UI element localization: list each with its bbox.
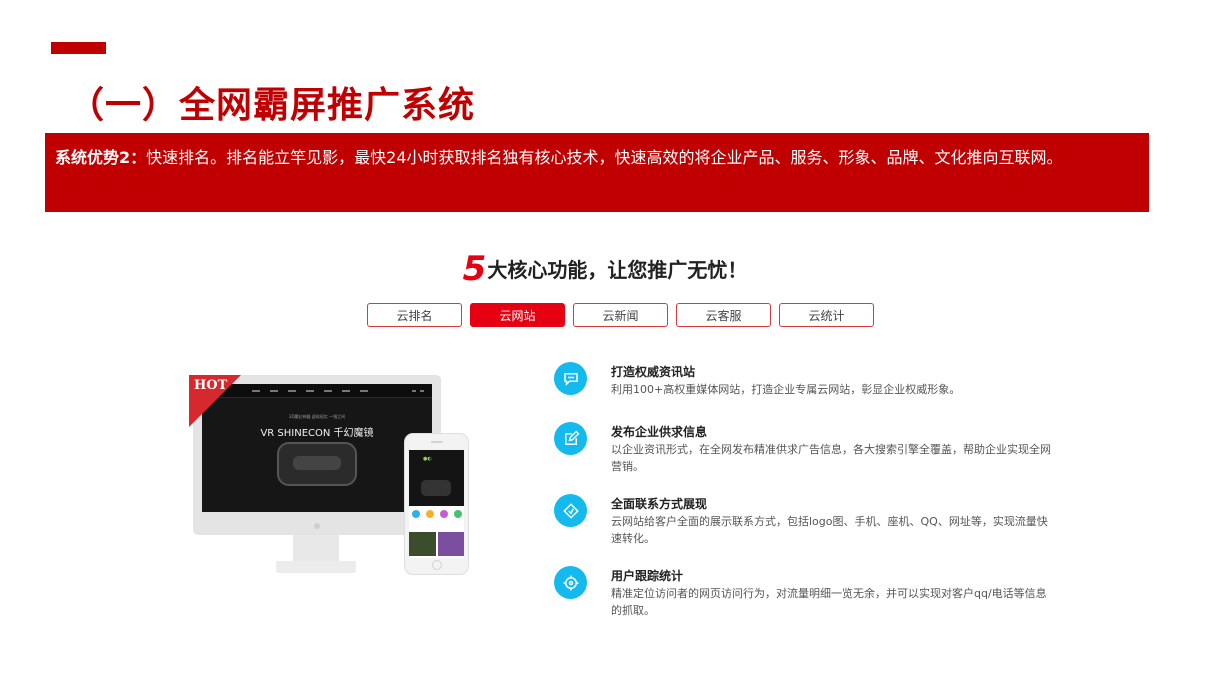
phone-icon-row bbox=[412, 510, 462, 518]
feature-item: 用户跟踪统计 精准定位访问者的网页访问行为，对流量明细一览无余，并可以实现对客户… bbox=[554, 565, 1054, 619]
feature-tabs: 云排名 云网站 云新闻 云客服 云统计 bbox=[367, 303, 874, 327]
apple-logo-icon bbox=[314, 523, 320, 529]
tab-cloud-website[interactable]: 云网站 bbox=[470, 303, 565, 327]
accent-bar bbox=[51, 42, 106, 54]
banner-text: 快速排名。排名能立竿见影，最快24小时获取排名独有核心技术，快速高效的将企业产品… bbox=[146, 148, 1063, 167]
monitor-base bbox=[276, 561, 356, 573]
circle-icon bbox=[454, 510, 462, 518]
circle-icon bbox=[426, 510, 434, 518]
phone-thumbnails bbox=[409, 532, 464, 556]
monitor-neck bbox=[293, 535, 339, 563]
phone-logo-icon: ●◐ bbox=[423, 456, 432, 462]
page-title: （一）全网霸屏推广系统 bbox=[68, 85, 476, 126]
section-headline: 5大核心功能，让您推广无忧！ bbox=[0, 249, 1210, 289]
vr-headset-image bbox=[277, 442, 357, 486]
feature-title: 发布企业供求信息 bbox=[611, 425, 708, 439]
phone-speaker bbox=[431, 441, 443, 443]
feature-desc: 精准定位访问者的网页访问行为，对流量明细一览无余，并可以实现对客户qq/电话等信… bbox=[611, 587, 1047, 617]
edit-icon bbox=[554, 422, 587, 455]
phone-vr-image bbox=[421, 480, 451, 496]
tag-icon bbox=[554, 494, 587, 527]
hot-label: HOT bbox=[194, 378, 228, 393]
phone-banner: ●◐ bbox=[409, 450, 464, 506]
feature-item: 发布企业供求信息 以企业资讯形式，在全网发布精准供求广告信息，各大搜索引擎全覆盖… bbox=[554, 421, 1054, 493]
headline-text: 大核心功能，让您推广无忧！ bbox=[487, 258, 748, 282]
feature-title: 打造权威资讯站 bbox=[611, 365, 696, 379]
mobile-phone-illustration: ●◐ bbox=[404, 433, 469, 575]
tab-cloud-service[interactable]: 云客服 bbox=[676, 303, 771, 327]
chat-icon bbox=[554, 362, 587, 395]
feature-desc: 云网站给客户全面的展示联系方式，包括logo图、手机、座机、QQ、网址等，实现流… bbox=[611, 515, 1048, 545]
tab-cloud-stats[interactable]: 云统计 bbox=[779, 303, 874, 327]
feature-desc: 以企业资讯形式，在全网发布精准供求广告信息，各大搜索引擎全覆盖，帮助企业实现全网… bbox=[611, 443, 1051, 473]
headline-number: 5 bbox=[462, 249, 487, 289]
feature-title: 全面联系方式展现 bbox=[611, 497, 708, 511]
feature-title: 用户跟踪统计 bbox=[611, 569, 684, 583]
advantage-banner: 系统优势2：快速排名。排名能立竿见影，最快24小时获取排名独有核心技术，快速高效… bbox=[45, 133, 1149, 212]
feature-desc: 利用100+高权重媒体网站，打造企业专属云网站，彰显企业权威形象。 bbox=[611, 383, 961, 396]
feature-list: 打造权威资讯站 利用100+高权重媒体网站，打造企业专属云网站，彰显企业权威形象… bbox=[554, 361, 1054, 619]
tab-cloud-news[interactable]: 云新闻 bbox=[573, 303, 668, 327]
banner-label: 系统优势2： bbox=[55, 148, 147, 167]
tab-cloud-ranking[interactable]: 云排名 bbox=[367, 303, 462, 327]
feature-item: 全面联系方式展现 云网站给客户全面的展示联系方式，包括logo图、手机、座机、Q… bbox=[554, 493, 1054, 565]
circle-icon bbox=[440, 510, 448, 518]
circle-icon bbox=[412, 510, 420, 518]
phone-screen: ●◐ bbox=[409, 450, 464, 558]
target-icon bbox=[554, 566, 587, 599]
feature-item: 打造权威资讯站 利用100+高权重媒体网站，打造企业专属云网站，彰显企业权威形象… bbox=[554, 361, 1054, 421]
phone-home-button bbox=[432, 560, 442, 570]
